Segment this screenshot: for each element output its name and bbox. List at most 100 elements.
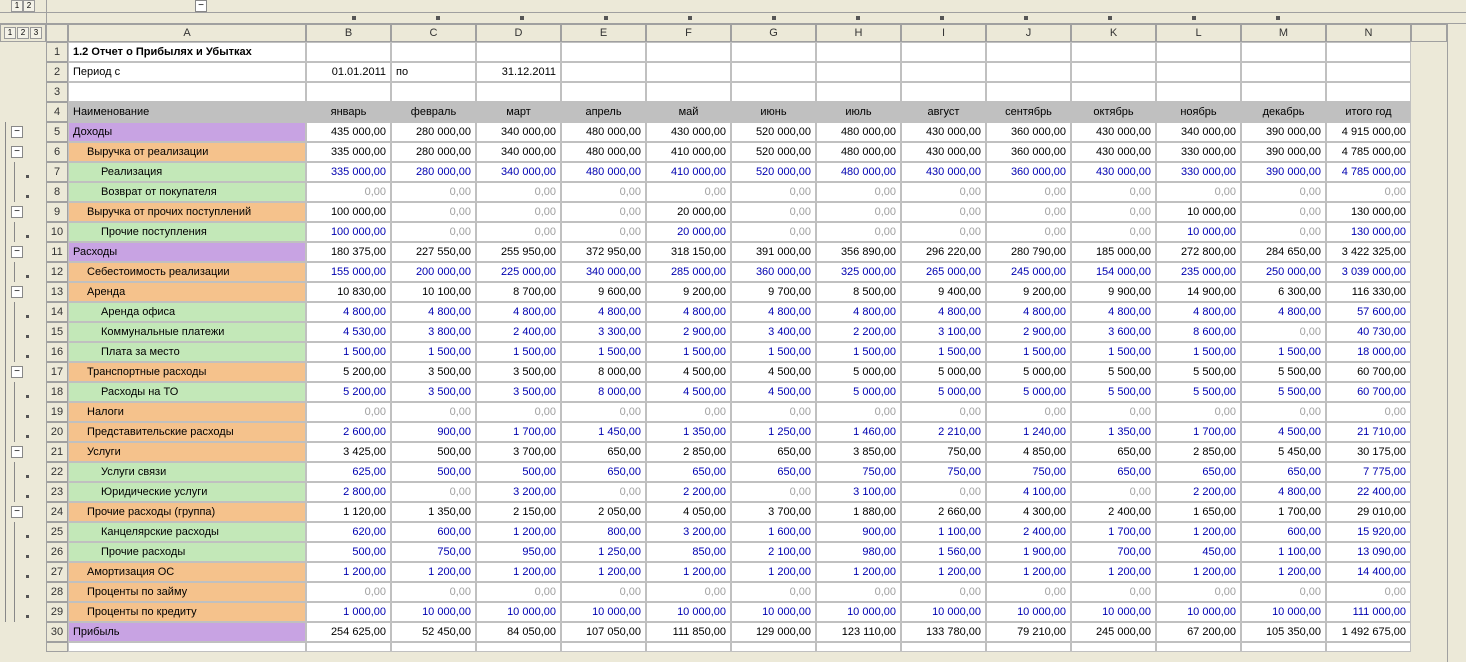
cell[interactable]: 3 100,00: [901, 322, 986, 342]
row-header[interactable]: 4: [46, 102, 68, 122]
cell[interactable]: 10 000,00: [1071, 602, 1156, 622]
cell[interactable]: 9 200,00: [646, 282, 731, 302]
cell[interactable]: 0,00: [1156, 582, 1241, 602]
cell[interactable]: 750,00: [391, 542, 476, 562]
cell[interactable]: 1 350,00: [1071, 422, 1156, 442]
col-header-D[interactable]: D: [476, 24, 561, 42]
cell[interactable]: 1 200,00: [986, 562, 1071, 582]
cell[interactable]: 330 000,00: [1156, 162, 1241, 182]
cell[interactable]: [901, 42, 986, 62]
cell[interactable]: 4 530,00: [306, 322, 391, 342]
cell[interactable]: июль: [816, 102, 901, 122]
cell[interactable]: 750,00: [816, 462, 901, 482]
cell[interactable]: 272 800,00: [1156, 242, 1241, 262]
cell[interactable]: 0,00: [816, 222, 901, 242]
cell[interactable]: 280 000,00: [391, 162, 476, 182]
cell[interactable]: 1 500,00: [1071, 342, 1156, 362]
cell[interactable]: 0,00: [306, 182, 391, 202]
cell[interactable]: [731, 42, 816, 62]
row-header[interactable]: 20: [46, 422, 68, 442]
cell[interactable]: 430 000,00: [901, 142, 986, 162]
cell[interactable]: 318 150,00: [646, 242, 731, 262]
cell[interactable]: 0,00: [561, 202, 646, 222]
cell[interactable]: 0,00: [901, 582, 986, 602]
cell[interactable]: 1 200,00: [1156, 562, 1241, 582]
cell[interactable]: Услуги связи: [68, 462, 306, 482]
cell[interactable]: [391, 82, 476, 102]
cell[interactable]: 0,00: [1326, 582, 1411, 602]
col-outline-level-1[interactable]: 1: [11, 0, 23, 12]
cell[interactable]: 4 915 000,00: [1326, 122, 1411, 142]
cell[interactable]: 107 050,00: [561, 622, 646, 642]
cell[interactable]: 116 330,00: [1326, 282, 1411, 302]
cell[interactable]: 8 000,00: [561, 382, 646, 402]
cell[interactable]: 4 800,00: [1241, 482, 1326, 502]
cell[interactable]: Плата за место: [68, 342, 306, 362]
cell[interactable]: 356 890,00: [816, 242, 901, 262]
cell[interactable]: 0,00: [476, 202, 561, 222]
cell[interactable]: 1.2 Отчет о Прибылях и Убытках: [68, 42, 306, 62]
cell[interactable]: февраль: [391, 102, 476, 122]
cell[interactable]: 430 000,00: [1071, 122, 1156, 142]
cell[interactable]: 3 500,00: [476, 362, 561, 382]
cell[interactable]: 3 800,00: [391, 322, 476, 342]
cell[interactable]: 360 000,00: [986, 122, 1071, 142]
cell[interactable]: 10 000,00: [391, 602, 476, 622]
cell[interactable]: 500,00: [391, 442, 476, 462]
cell[interactable]: Юридические услуги: [68, 482, 306, 502]
cell[interactable]: 0,00: [561, 222, 646, 242]
cell[interactable]: 9 200,00: [986, 282, 1071, 302]
cell[interactable]: 1 250,00: [561, 542, 646, 562]
cell[interactable]: 650,00: [646, 462, 731, 482]
cell[interactable]: 3 200,00: [646, 522, 731, 542]
cell[interactable]: [986, 642, 1071, 652]
cell[interactable]: 1 250,00: [731, 422, 816, 442]
cell[interactable]: 5 500,00: [1156, 382, 1241, 402]
cell[interactable]: 3 700,00: [731, 502, 816, 522]
cell[interactable]: 0,00: [901, 482, 986, 502]
cell[interactable]: 0,00: [816, 202, 901, 222]
cell[interactable]: 0,00: [816, 402, 901, 422]
cell[interactable]: 5 000,00: [901, 362, 986, 382]
cell[interactable]: 4 850,00: [986, 442, 1071, 462]
cell[interactable]: 0,00: [646, 582, 731, 602]
cell[interactable]: 0,00: [1156, 402, 1241, 422]
cell[interactable]: [816, 82, 901, 102]
cell[interactable]: 4 500,00: [731, 382, 816, 402]
row-header[interactable]: 18: [46, 382, 68, 402]
cell[interactable]: Выручка от прочих поступлений: [68, 202, 306, 222]
cell[interactable]: август: [901, 102, 986, 122]
row-header[interactable]: 22: [46, 462, 68, 482]
cell[interactable]: 5 000,00: [816, 382, 901, 402]
cell[interactable]: 21 710,00: [1326, 422, 1411, 442]
cell[interactable]: [306, 642, 391, 652]
vertical-scroll-stub[interactable]: [1447, 42, 1466, 662]
cell[interactable]: 480 000,00: [561, 122, 646, 142]
cell[interactable]: 0,00: [1241, 182, 1326, 202]
cell[interactable]: 6 300,00: [1241, 282, 1326, 302]
cell[interactable]: [1326, 642, 1411, 652]
cell[interactable]: 4 500,00: [646, 362, 731, 382]
cell[interactable]: 0,00: [1071, 482, 1156, 502]
cell[interactable]: 5 450,00: [1241, 442, 1326, 462]
cell[interactable]: 1 200,00: [1241, 562, 1326, 582]
row-header[interactable]: 19: [46, 402, 68, 422]
cell[interactable]: [731, 62, 816, 82]
cell[interactable]: 0,00: [391, 182, 476, 202]
cell[interactable]: 20 000,00: [646, 202, 731, 222]
cell[interactable]: май: [646, 102, 731, 122]
cell[interactable]: 340 000,00: [561, 262, 646, 282]
cell[interactable]: апрель: [561, 102, 646, 122]
cell[interactable]: 4 785 000,00: [1326, 142, 1411, 162]
cell[interactable]: сентябрь: [986, 102, 1071, 122]
cell[interactable]: 1 460,00: [816, 422, 901, 442]
cell[interactable]: 430 000,00: [1071, 162, 1156, 182]
cell[interactable]: [986, 42, 1071, 62]
cell[interactable]: Выручка от реализации: [68, 142, 306, 162]
cell[interactable]: итого год: [1326, 102, 1411, 122]
cell[interactable]: 4 800,00: [1071, 302, 1156, 322]
cell[interactable]: 3 425,00: [306, 442, 391, 462]
cell[interactable]: 372 950,00: [561, 242, 646, 262]
cell[interactable]: 0,00: [1071, 222, 1156, 242]
cell[interactable]: 18 000,00: [1326, 342, 1411, 362]
